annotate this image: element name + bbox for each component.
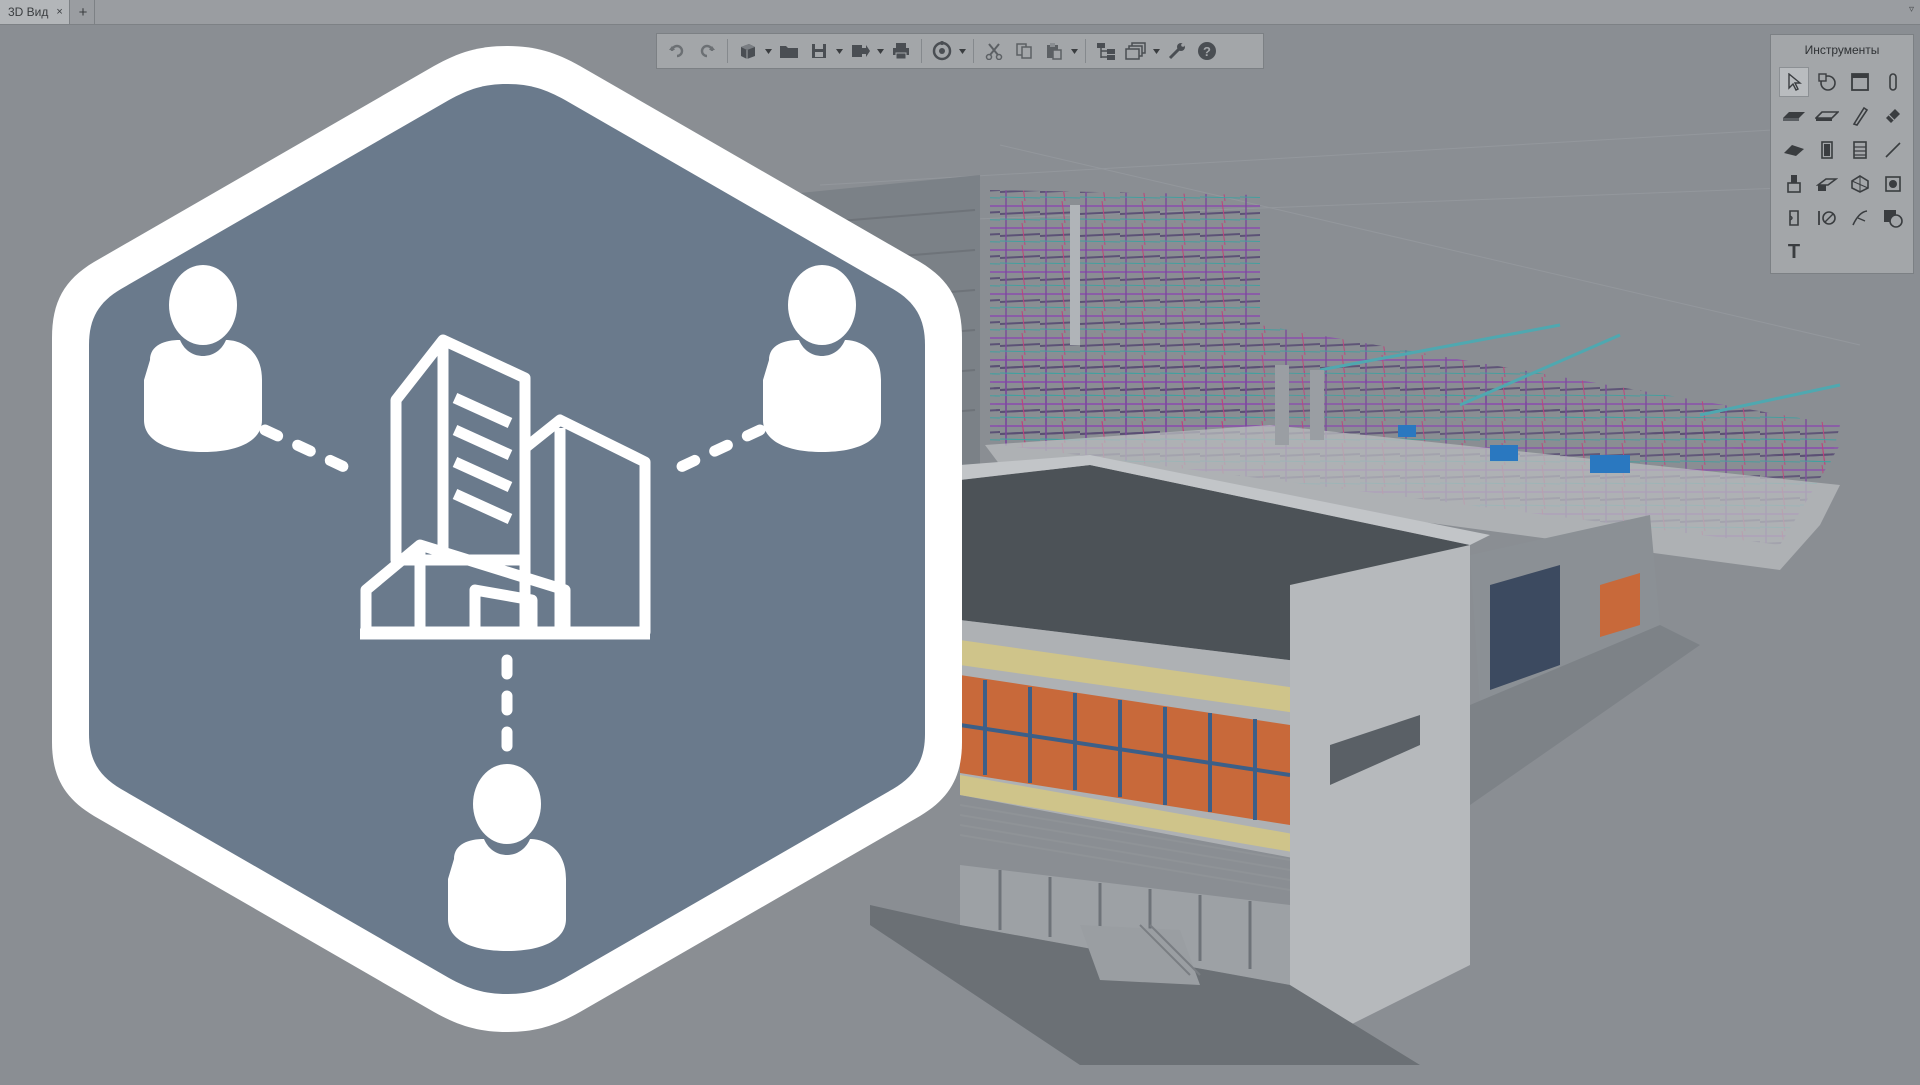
view-dropdown-arrow-icon[interactable] bbox=[764, 37, 773, 65]
pipe-tool-icon[interactable] bbox=[1878, 101, 1908, 131]
tab-title: 3D Вид bbox=[8, 5, 49, 19]
opening-tool-icon[interactable] bbox=[1779, 203, 1809, 233]
floor-tool-icon[interactable] bbox=[1812, 101, 1842, 131]
tab-3d-view[interactable]: 3D Вид × bbox=[0, 0, 70, 24]
text-tool-label: T bbox=[1787, 240, 1801, 263]
layers-dropdown-arrow-icon[interactable] bbox=[1152, 37, 1161, 65]
column-tool-icon[interactable] bbox=[1878, 67, 1908, 97]
print-icon[interactable] bbox=[887, 37, 915, 65]
building-model bbox=[780, 124, 1861, 1065]
export-icon[interactable] bbox=[846, 37, 874, 65]
text-tool-icon[interactable]: T bbox=[1779, 237, 1809, 267]
wrench-icon[interactable] bbox=[1163, 37, 1191, 65]
tab-bar: 3D Вид × + ▿ bbox=[0, 0, 1920, 25]
save-icon[interactable] bbox=[805, 37, 833, 65]
tools-panel: Инструменты T bbox=[1770, 34, 1914, 274]
help-icon[interactable]: ? bbox=[1193, 37, 1221, 65]
toolbar-separator bbox=[921, 39, 922, 63]
toolbar-separator bbox=[727, 39, 728, 63]
fixture-tool-icon[interactable] bbox=[1779, 169, 1809, 199]
svg-text:?: ? bbox=[1203, 44, 1211, 59]
slab-tool-icon[interactable] bbox=[1779, 101, 1809, 131]
select-tool-icon[interactable] bbox=[1779, 67, 1809, 97]
structure-icon[interactable] bbox=[1092, 37, 1120, 65]
beam-tool-icon[interactable] bbox=[1845, 101, 1875, 131]
layers-icon[interactable] bbox=[1122, 37, 1150, 65]
toolbar-separator bbox=[1085, 39, 1086, 63]
tools-panel-title: Инструменты bbox=[1804, 43, 1880, 57]
stair-tool-icon[interactable] bbox=[1845, 135, 1875, 165]
paste-dropdown-arrow-icon[interactable] bbox=[1070, 37, 1079, 65]
undo-icon[interactable] bbox=[663, 37, 691, 65]
orbit-dropdown-arrow-icon[interactable] bbox=[958, 37, 967, 65]
3d-viewport[interactable] bbox=[0, 25, 1920, 1080]
device-tool-icon[interactable] bbox=[1878, 169, 1908, 199]
valve-tool-icon[interactable] bbox=[1812, 203, 1842, 233]
copy-icon[interactable] bbox=[1010, 37, 1038, 65]
save-dropdown-arrow-icon[interactable] bbox=[835, 37, 844, 65]
equipment-tool-icon[interactable] bbox=[1845, 169, 1875, 199]
open-folder-icon[interactable] bbox=[775, 37, 803, 65]
tab-menu-icon[interactable]: ▿ bbox=[1909, 4, 1914, 15]
paste-icon[interactable] bbox=[1040, 37, 1068, 65]
close-icon[interactable]: × bbox=[56, 6, 62, 18]
main-toolbar: ? bbox=[656, 33, 1264, 69]
roof-tool-icon[interactable] bbox=[1779, 135, 1809, 165]
add-tab-button[interactable]: + bbox=[72, 0, 95, 24]
zone-tool-icon[interactable] bbox=[1878, 203, 1908, 233]
tools-grid: T bbox=[1779, 67, 1911, 271]
redo-icon[interactable] bbox=[693, 37, 721, 65]
duct-tool-icon[interactable] bbox=[1812, 169, 1842, 199]
object-tool-icon[interactable] bbox=[1812, 67, 1842, 97]
orbit-icon[interactable] bbox=[928, 37, 956, 65]
cut-icon[interactable] bbox=[980, 37, 1008, 65]
export-dropdown-arrow-icon[interactable] bbox=[876, 37, 885, 65]
connector-tool-icon[interactable] bbox=[1845, 203, 1875, 233]
view-cube-icon[interactable] bbox=[734, 37, 762, 65]
door-tool-icon[interactable] bbox=[1812, 135, 1842, 165]
toolbar-separator bbox=[973, 39, 974, 63]
line-tool-icon[interactable] bbox=[1878, 135, 1908, 165]
window-tool-icon[interactable] bbox=[1845, 67, 1875, 97]
